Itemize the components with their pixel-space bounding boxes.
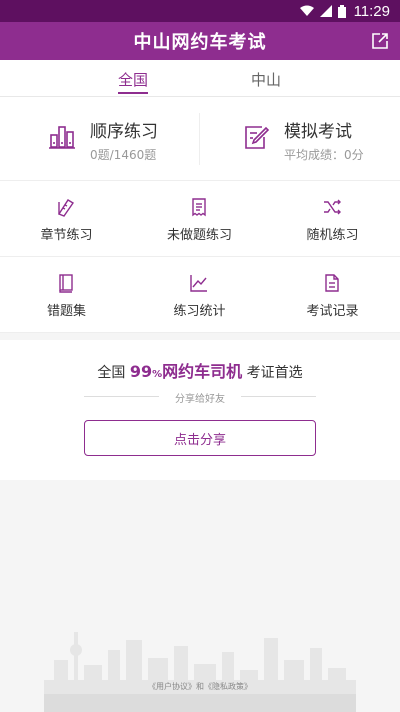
share-hint-divider: 分享给好友 (84, 388, 316, 405)
footer-agreement-links[interactable]: 《用户协议》和《隐私政策》 (0, 681, 400, 692)
status-time: 11:29 (353, 2, 390, 20)
receipt-icon (189, 197, 209, 217)
promo-percent: 99% (129, 362, 163, 381)
share-button[interactable]: 点击分享 (84, 420, 316, 456)
mock-exam-score: 平均成绩：0分 (284, 148, 364, 162)
sequential-practice-button[interactable]: 顺序练习 0题/1460题 (0, 97, 200, 181)
wrong-questions-button[interactable]: 错题集 (0, 257, 133, 333)
signal-icon (319, 5, 332, 17)
wifi-icon (299, 5, 314, 17)
feature-row-1: 章节练习 未做题练习 随机练习 (0, 181, 400, 257)
share-icon[interactable] (370, 31, 390, 51)
tab-zhongshan[interactable]: 中山 (226, 69, 306, 90)
feature-row-2: 错题集 练习统计 考试记录 (0, 257, 400, 333)
random-practice-button[interactable]: 随机练习 (266, 181, 399, 257)
random-practice-label: 随机练习 (306, 228, 359, 243)
mock-exam-title: 模拟考试 (284, 122, 352, 142)
status-bar: 11:29 (0, 0, 400, 22)
book-icon (56, 273, 76, 293)
exam-records-label: 考试记录 (306, 304, 359, 319)
promo-slogan: 全国 99%网约车司机 考证首选 (0, 358, 400, 382)
chapter-practice-button[interactable]: 章节练习 (0, 181, 133, 257)
promo-card: 全国 99%网约车司机 考证首选 分享给好友 点击分享 (0, 340, 400, 480)
main-practice-card: 顺序练习 0题/1460题 模拟考试 平均成绩：0分 (0, 97, 400, 181)
city-skyline-illustration (44, 620, 356, 712)
promo-highlight: 网约车司机 (162, 362, 243, 381)
unanswered-practice-button[interactable]: 未做题练习 (133, 181, 266, 257)
practice-stats-button[interactable]: 练习统计 (133, 257, 266, 333)
exam-records-button[interactable]: 考试记录 (266, 257, 399, 333)
bar-chart-icon (48, 123, 76, 151)
mock-exam-button[interactable]: 模拟考试 平均成绩：0分 (194, 97, 394, 181)
chapter-practice-label: 章节练习 (40, 228, 93, 243)
practice-stats-label: 练习统计 (173, 304, 226, 319)
share-hint: 分享给好友 (175, 394, 225, 405)
region-tabs: 全国 中山 (0, 60, 400, 97)
active-tab-indicator (118, 92, 148, 94)
divider-line-right (241, 396, 316, 397)
battery-icon (337, 4, 346, 18)
app-bar: 中山网约车考试 (0, 22, 400, 60)
shuffle-icon (322, 197, 342, 217)
edit-icon (242, 123, 270, 151)
wrong-questions-label: 错题集 (46, 304, 86, 319)
promo-suffix: 考证首选 (246, 365, 303, 381)
sequential-practice-progress: 0题/1460题 (90, 148, 157, 162)
document-icon (322, 273, 342, 293)
line-chart-icon (189, 273, 209, 293)
ruler-icon (56, 197, 76, 217)
tab-national[interactable]: 全国 (93, 69, 173, 90)
promo-prefix: 全国 (97, 365, 126, 381)
sequential-practice-title: 顺序练习 (90, 122, 158, 142)
unanswered-practice-label: 未做题练习 (166, 228, 232, 243)
page-title: 中山网约车考试 (133, 32, 267, 53)
